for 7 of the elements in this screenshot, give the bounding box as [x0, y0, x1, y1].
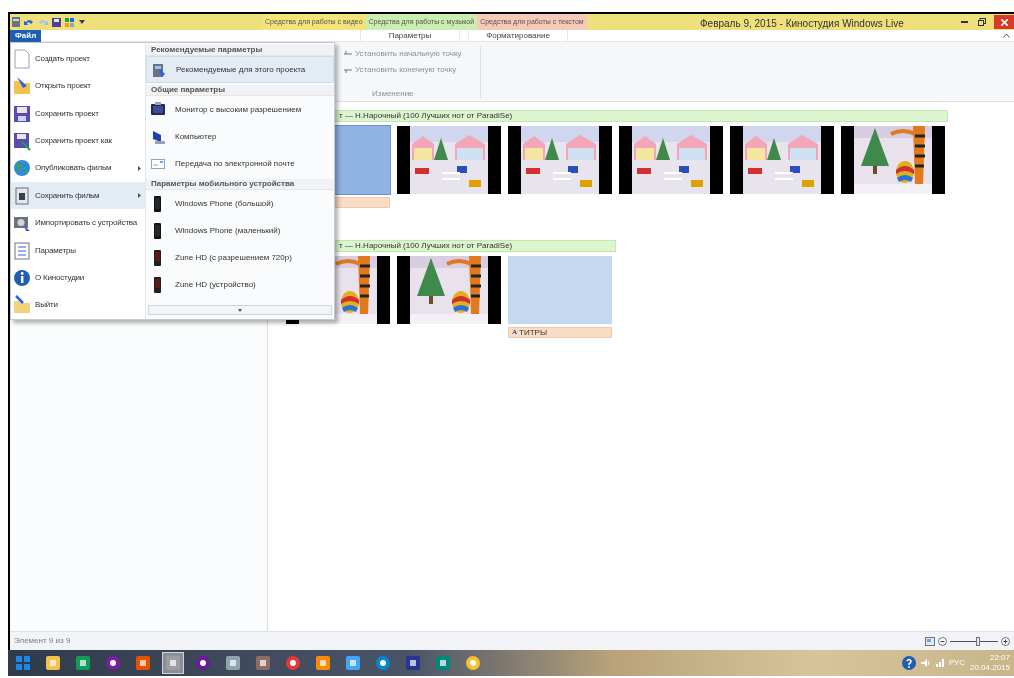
section-header: Параметры мобильного устройства	[146, 179, 334, 190]
caption-text: ТИТРЫ	[519, 326, 547, 339]
section-header: Рекомендуемые параметры	[146, 45, 334, 56]
section-header: Общие параметры	[146, 85, 334, 96]
ribbon-group-label: Изменение	[372, 88, 414, 100]
status-text: Элемент 9 из 9	[14, 635, 71, 647]
window-title: Февраль 9, 2015 - Киностудия Windows Live	[700, 17, 904, 31]
